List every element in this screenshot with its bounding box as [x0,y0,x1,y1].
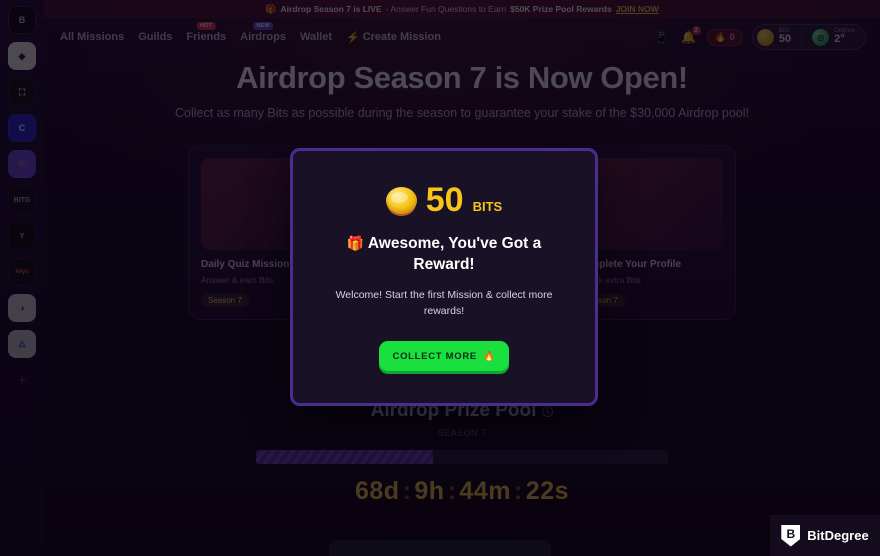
reward-modal-heading-text: Awesome, You've Got a Reward! [367,235,542,273]
reward-modal-body: Welcome! Start the first Mission & colle… [335,288,553,317]
reward-modal: 50 BITS 🎁 Awesome, You've Got a Reward! … [290,148,598,406]
reward-modal-heading: 🎁 Awesome, You've Got a Reward! [328,234,560,276]
reward-amount: 50 [425,181,464,219]
flame-icon: 🔥 [482,350,496,362]
bitdegree-shield-icon: B [781,524,801,547]
gift-icon: 🎁 [346,235,365,251]
reward-unit: BITS [472,199,503,214]
bitdegree-watermark: B BitDegree [770,515,880,556]
reward-amount-row: 50 BITS [385,181,503,219]
collect-more-label: COLLECT MORE [392,350,477,362]
bitdegree-wordmark: BitDegree [807,528,869,543]
collect-more-button[interactable]: COLLECT MORE 🔥 [379,341,509,372]
bitdegree-mark: B [786,527,796,541]
app-root: Daily Quiz Mission Answer & earn Bits Se… [0,0,880,556]
coin-icon [385,186,417,214]
